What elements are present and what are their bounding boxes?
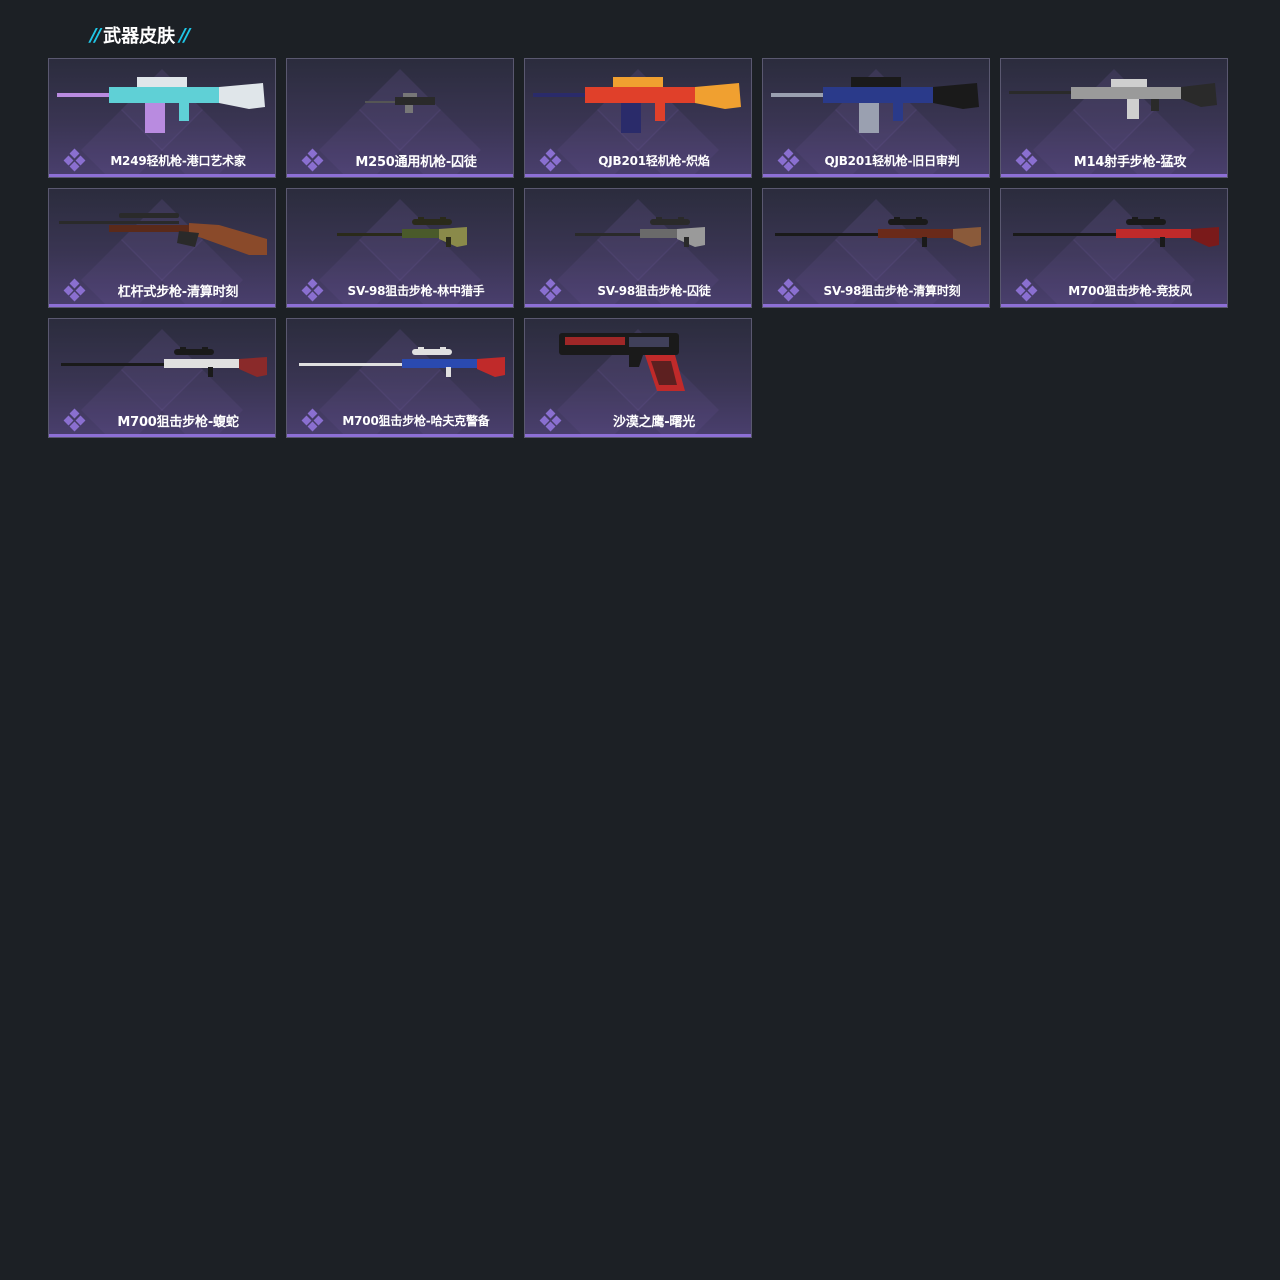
rarity-diamond-icon [63,148,85,172]
weapon-skin-card[interactable]: M700狙击步枪-竞技风 [1000,188,1228,308]
rarity-diamond-icon [63,408,85,432]
weapon-skin-card[interactable]: M249轻机枪-港口艺术家 [48,58,276,178]
weapon-skin-card[interactable]: M700狙击步枪-哈夫克警备 [286,318,514,438]
weapon-skin-card[interactable]: QJB201轻机枪-旧日审判 [762,58,990,178]
lever-rifle-icon [49,195,275,269]
pistol-icon [525,325,751,399]
machine-gun-icon [287,65,513,139]
weapon-skin-card[interactable]: M250通用机枪-囚徒 [286,58,514,178]
sniper-rifle-icon [49,325,275,399]
weapon-skin-card[interactable]: 沙漠之鹰-曙光 [524,318,752,438]
skin-name: QJB201轻机枪-炽焰 [598,153,710,168]
rarity-bar [1001,174,1227,177]
section-title: 武器皮肤 [103,26,176,47]
rarity-bar [763,304,989,307]
sniper-rifle-icon [1001,195,1227,269]
rarity-diamond-icon [777,148,799,172]
rarity-diamond-icon [1015,278,1037,302]
rarity-diamond-icon [539,278,561,302]
weapon-skin-card[interactable]: SV-98狙击步枪-囚徒 [524,188,752,308]
skin-name: SV-98狙击步枪-囚徒 [597,283,711,298]
weapon-skin-card[interactable]: SV-98狙击步枪-清算时刻 [762,188,990,308]
rarity-bar [49,434,275,437]
rarity-bar [763,174,989,177]
skin-name: 沙漠之鹰-曙光 [613,414,695,430]
rarity-diamond-icon [539,148,561,172]
rarity-diamond-icon [777,278,799,302]
machine-gun-icon [763,65,989,139]
skin-name: QJB201轻机枪-旧日审判 [824,153,960,168]
section-slash-icon-right: // [179,24,190,46]
weapon-skin-card[interactable]: M14射手步枪-猛攻 [1000,58,1228,178]
skin-name: M700狙击步枪-哈夫克警备 [342,413,490,428]
skin-label-row: M700狙击步枪-蝮蛇 [63,408,267,432]
rarity-bar [49,174,275,177]
section-header: // 武器皮肤 // [90,22,190,48]
weapon-skin-grid: M249轻机枪-港口艺术家 M250通用机枪-囚徒 QJB201轻机枪-炽焰 QJB2… [48,58,1230,438]
sniper-rifle-icon [287,195,513,269]
weapon-skin-card[interactable]: 杠杆式步枪-清算时刻 [48,188,276,308]
skin-name: M700狙击步枪-竞技风 [1068,283,1192,298]
sniper-rifle-icon [525,195,751,269]
skin-name: 杠杆式步枪-清算时刻 [117,284,239,300]
section-slash-icon-left: // [90,24,101,46]
skin-label-row: M700狙击步枪-哈夫克警备 [301,408,505,432]
skin-label-row: SV-98狙击步枪-林中猎手 [301,278,505,302]
skin-name: M250通用机枪-囚徒 [355,154,477,170]
rarity-diamond-icon [1015,148,1037,172]
rarity-bar [525,434,751,437]
rifle-icon [1001,65,1227,139]
rarity-bar [525,304,751,307]
rarity-diamond-icon [63,278,85,302]
rarity-diamond-icon [539,408,561,432]
rarity-diamond-icon [301,148,323,172]
machine-gun-icon [525,65,751,139]
machine-gun-icon [49,65,275,139]
skin-label-row: SV-98狙击步枪-囚徒 [539,278,743,302]
skin-label-row: M700狙击步枪-竞技风 [1015,278,1219,302]
skin-name: SV-98狙击步枪-清算时刻 [823,283,961,298]
skin-label-row: M249轻机枪-港口艺术家 [63,148,267,172]
skin-label-row: M14射手步枪-猛攻 [1015,148,1219,172]
rarity-bar [1001,304,1227,307]
rarity-bar [525,174,751,177]
skin-label-row: 杠杆式步枪-清算时刻 [63,278,267,302]
rarity-bar [287,434,513,437]
rarity-diamond-icon [301,408,323,432]
skin-label-row: SV-98狙击步枪-清算时刻 [777,278,981,302]
skin-name: M14射手步枪-猛攻 [1073,154,1187,170]
skin-label-row: M250通用机枪-囚徒 [301,148,505,172]
skin-label-row: QJB201轻机枪-炽焰 [539,148,743,172]
weapon-skin-card[interactable]: M700狙击步枪-蝮蛇 [48,318,276,438]
rarity-bar [49,304,275,307]
rarity-bar [287,174,513,177]
sniper-rifle-icon [763,195,989,269]
skin-name: SV-98狙击步枪-林中猎手 [347,283,485,298]
weapon-skin-card[interactable]: SV-98狙击步枪-林中猎手 [286,188,514,308]
weapon-skin-card[interactable]: QJB201轻机枪-炽焰 [524,58,752,178]
skin-name: M700狙击步枪-蝮蛇 [117,414,239,430]
skin-name: M249轻机枪-港口艺术家 [110,153,246,168]
sniper-rifle-icon [287,325,513,399]
skin-label-row: 沙漠之鹰-曙光 [539,408,743,432]
rarity-diamond-icon [301,278,323,302]
rarity-bar [287,304,513,307]
skin-label-row: QJB201轻机枪-旧日审判 [777,148,981,172]
